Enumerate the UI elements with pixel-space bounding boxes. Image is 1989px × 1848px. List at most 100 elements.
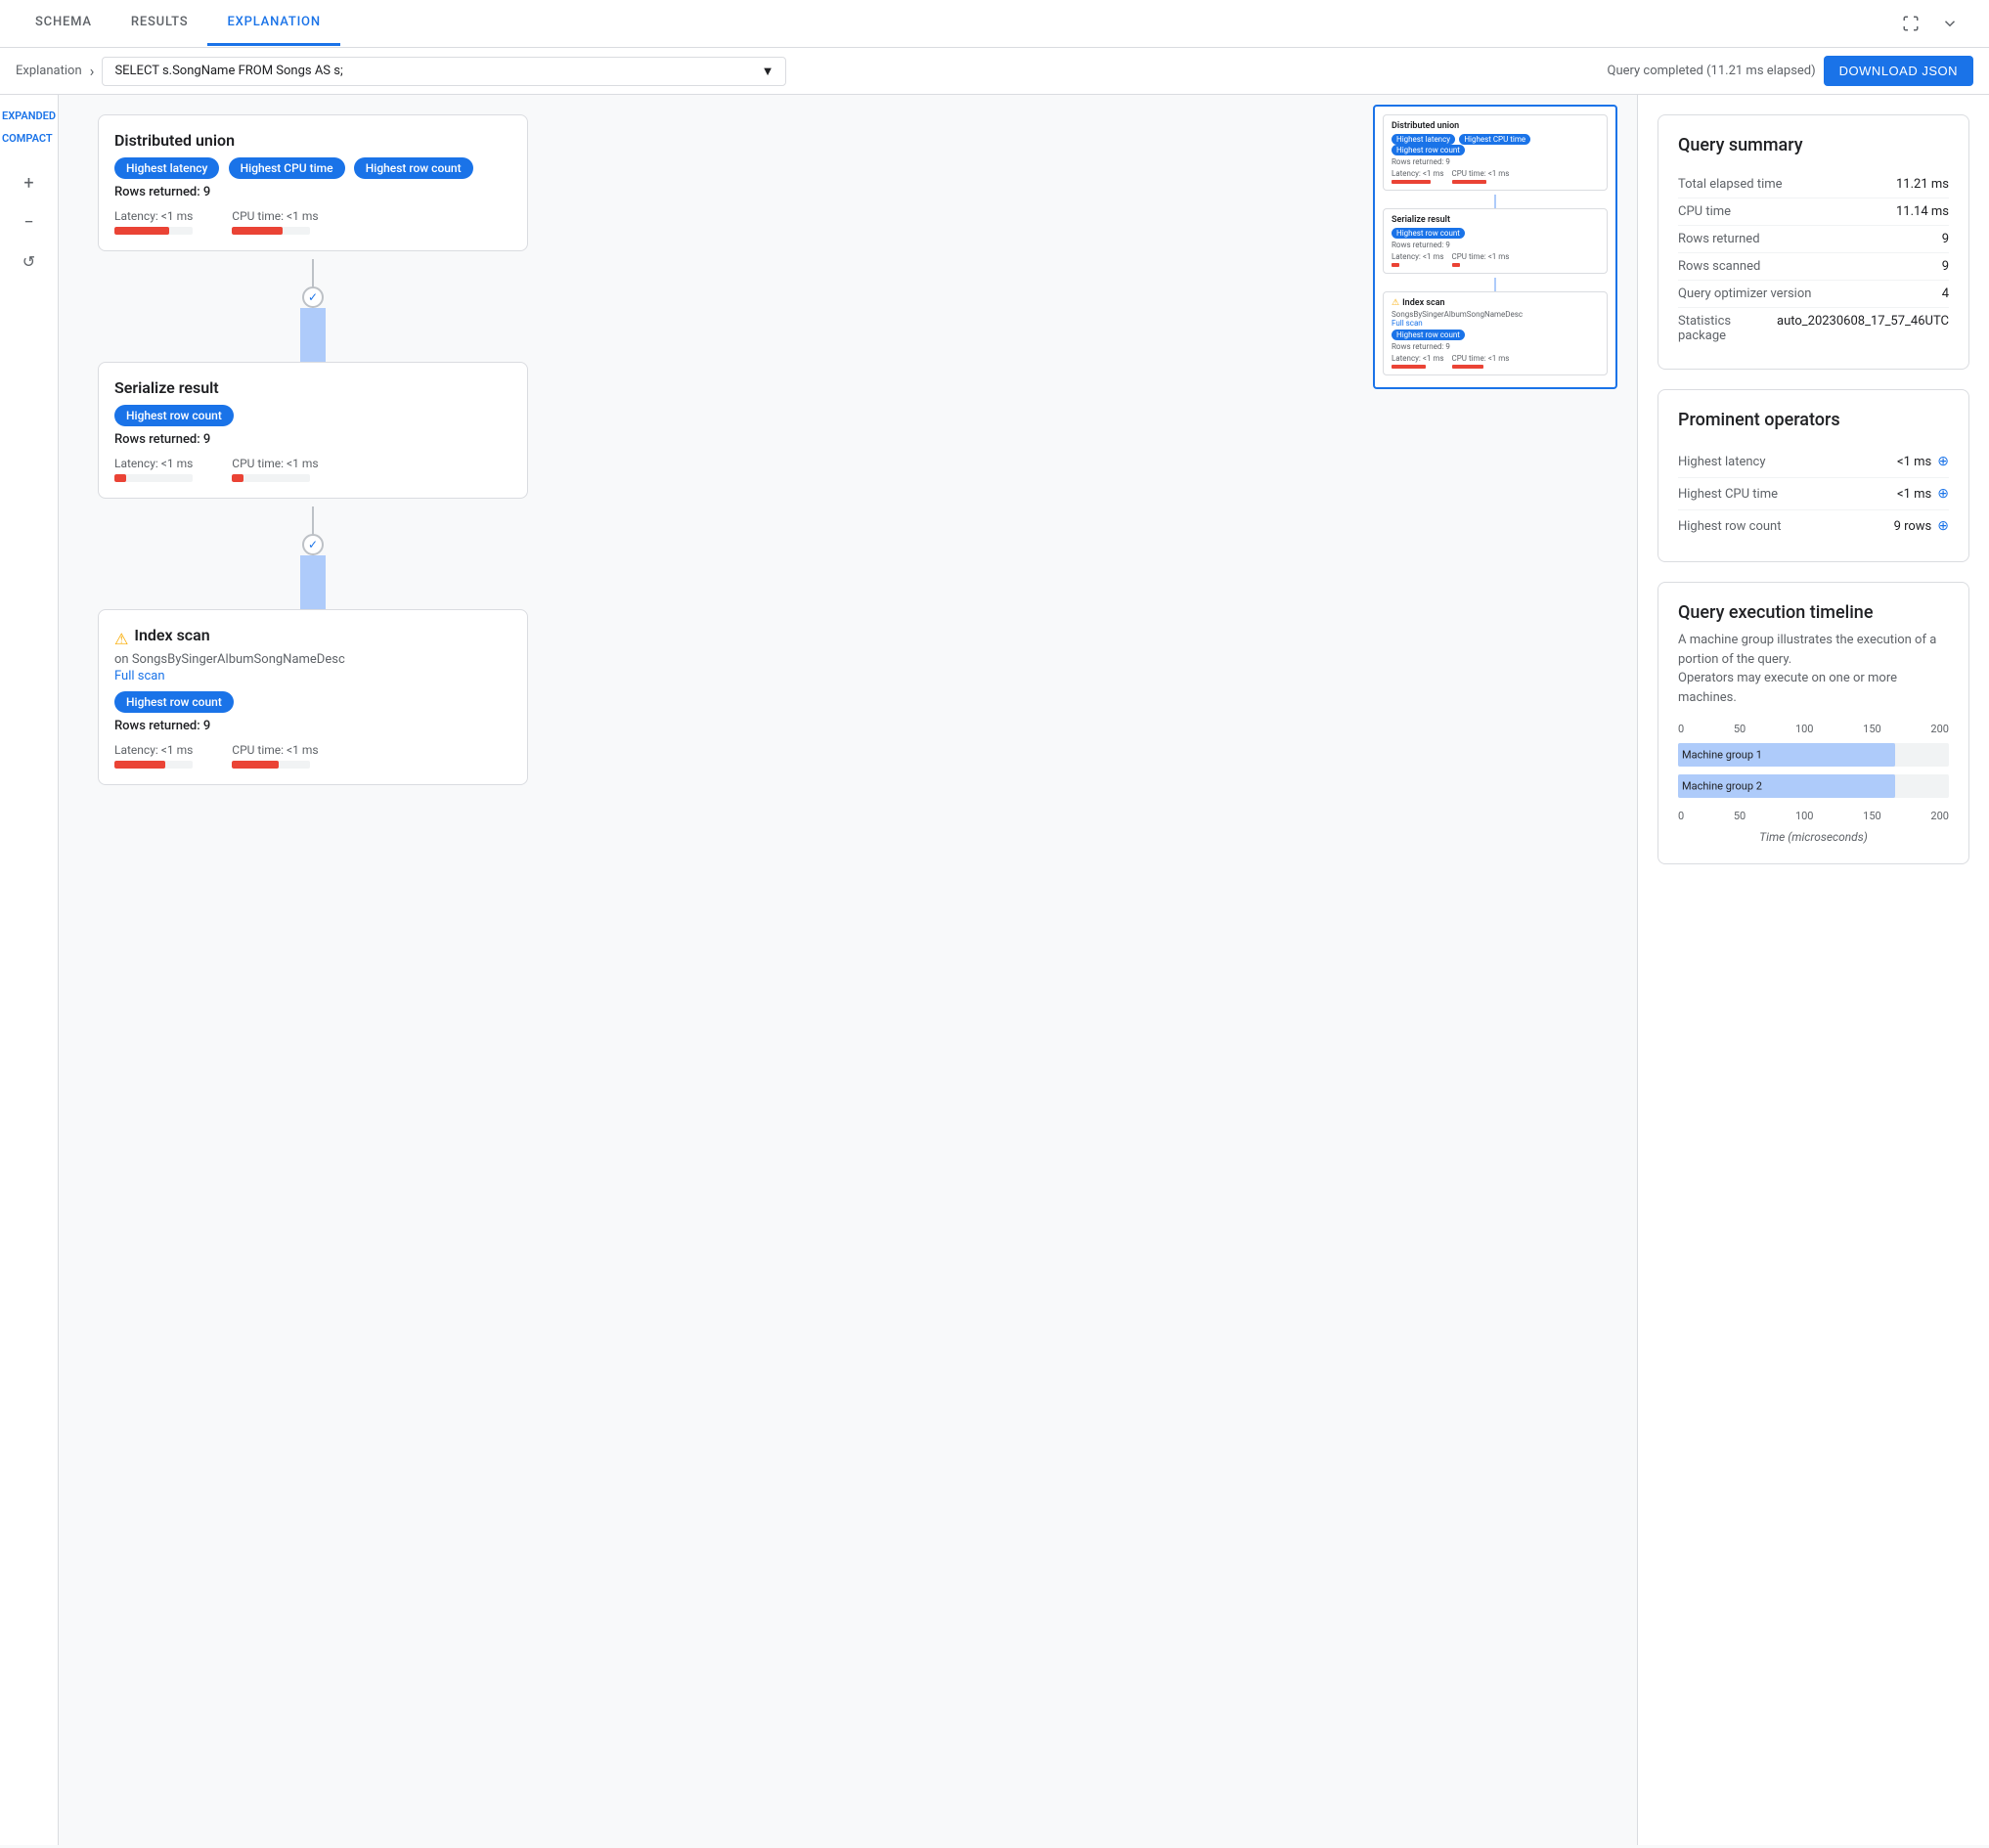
- chart-bar-row-1: Machine group 2: [1678, 774, 1949, 798]
- badge-highest-cpu-time[interactable]: Highest CPU time: [229, 157, 345, 179]
- minimap-title-3: Index scan: [1402, 298, 1445, 308]
- metric-cpu-1: CPU time: <1 ms: [232, 457, 318, 482]
- minimap-badge-latency: Highest latency: [1392, 134, 1455, 145]
- minimap-badge-cpu: Highest CPU time: [1459, 134, 1530, 145]
- minimap-title-2: Serialize result: [1392, 215, 1599, 225]
- minimap-rows-3: Rows returned: 9: [1392, 342, 1599, 351]
- metric-row-0: Latency: <1 ms CPU time: <1 ms: [114, 209, 511, 235]
- tab-schema[interactable]: SCHEMA: [16, 1, 111, 46]
- minimap-on-3: SongsBySingerAlbumSongNameDesc: [1392, 310, 1599, 319]
- connector-check-icon-2: ✓: [308, 538, 318, 551]
- timeline-section: Query execution timeline A machine group…: [1658, 582, 1969, 864]
- cpu-label-1: CPU time: <1 ms: [232, 457, 318, 470]
- summary-row-5: Statistics package auto_20230608_17_57_4…: [1678, 308, 1949, 349]
- minimap-scan-3: Full scan: [1392, 319, 1599, 328]
- chart-bar-text-0: Machine group 1: [1682, 749, 1762, 762]
- link-icon-1[interactable]: ⊕: [1937, 486, 1949, 502]
- minimap-connector-1: [1494, 195, 1496, 208]
- connector-2: ✓: [98, 506, 528, 555]
- minimap-bars-3: Latency: <1 ms CPU time: <1 ms: [1392, 354, 1599, 369]
- chart-bar-track-0: Machine group 1: [1678, 743, 1949, 767]
- chart-bars: Machine group 1: [1678, 743, 1949, 798]
- chevron-down-icon: ▼: [762, 64, 774, 79]
- thick-connector-2: [98, 555, 528, 609]
- chart-axis-top: 0 50 100 150 200: [1678, 723, 1949, 735]
- warning-icon: ⚠: [114, 630, 128, 648]
- expanded-view-button[interactable]: EXPANDED: [0, 107, 64, 125]
- expand-icon[interactable]: [1934, 8, 1966, 39]
- summary-row-3: Rows scanned 9: [1678, 253, 1949, 281]
- metric-latency-2: Latency: <1 ms: [114, 743, 193, 769]
- link-icon-2[interactable]: ⊕: [1937, 518, 1949, 534]
- minimap-bars-1: Latency: <1 ms CPU time: <1 ms: [1392, 169, 1599, 184]
- minimap-badge-row-1: Highest row count: [1392, 145, 1465, 155]
- compact-view-button[interactable]: COMPACT: [0, 129, 64, 148]
- metric-row-1: Latency: <1 ms CPU time: <1 ms: [114, 457, 511, 482]
- minimap-cpu-3: CPU time: <1 ms: [1452, 354, 1510, 369]
- minimap-bar-cpu-3: [1452, 365, 1483, 369]
- node-title: Distributed union: [114, 131, 511, 150]
- breadcrumb-bar: Explanation › SELECT s.SongName FROM Son…: [0, 48, 1989, 95]
- tab-explanation[interactable]: EXPLANATION: [207, 1, 339, 46]
- zoom-in-button[interactable]: +: [14, 167, 45, 198]
- connector-check-icon: ✓: [308, 290, 318, 304]
- minimap-badges-2: Highest row count: [1392, 228, 1599, 239]
- summary-label-1: CPU time: [1678, 204, 1731, 219]
- download-json-button[interactable]: DOWNLOAD JSON: [1824, 56, 1973, 86]
- minimap-node-1: Distributed union Highest latency Highes…: [1383, 114, 1608, 191]
- summary-row-4: Query optimizer version 4: [1678, 281, 1949, 308]
- chart-bar-row-0: Machine group 1: [1678, 743, 1949, 767]
- minimap-cpu-2: CPU time: <1 ms: [1452, 252, 1510, 267]
- query-selector[interactable]: SELECT s.SongName FROM Songs AS s; ▼: [102, 57, 786, 86]
- badge-highest-latency[interactable]: Highest latency: [114, 157, 219, 179]
- minimap-warning-icon: ⚠: [1392, 298, 1399, 308]
- scan-type: Full scan: [114, 669, 511, 683]
- minimap-latency-2: Latency: <1 ms: [1392, 252, 1444, 267]
- app-container: SCHEMA RESULTS EXPLANATION Explanation ›…: [0, 0, 1989, 1845]
- node-distributed-union: Distributed union Highest latency Highes…: [98, 114, 528, 251]
- prominent-label-0: Highest latency: [1678, 455, 1766, 469]
- index-scan-header: ⚠ Index scan: [114, 626, 511, 652]
- badge-row-count-1[interactable]: Highest row count: [114, 405, 234, 426]
- minimap: Distributed union Highest latency Highes…: [1373, 105, 1617, 389]
- latency-bar-fill-0: [114, 227, 169, 235]
- diagram-area: Distributed union Highest latency Highes…: [59, 95, 1637, 1845]
- prominent-title: Prominent operators: [1678, 410, 1949, 430]
- badge-row-count-2[interactable]: Highest row count: [114, 691, 234, 713]
- cpu-label-2: CPU time: <1 ms: [232, 743, 318, 757]
- node-badges-2: Highest row count: [114, 691, 511, 719]
- timeline-desc: A machine group illustrates the executio…: [1678, 631, 1949, 707]
- node-serialize-result: Serialize result Highest row count Rows …: [98, 362, 528, 499]
- summary-value-5: auto_20230608_17_57_46UTC: [1777, 314, 1949, 343]
- prominent-label-2: Highest row count: [1678, 519, 1781, 534]
- cpu-bar-1: [232, 474, 310, 482]
- summary-label-4: Query optimizer version: [1678, 286, 1811, 301]
- badge-highest-row-count[interactable]: Highest row count: [354, 157, 473, 179]
- link-icon-0[interactable]: ⊕: [1937, 454, 1949, 469]
- prominent-value-1: <1 ms ⊕: [1897, 486, 1949, 502]
- minimap-bars-2: Latency: <1 ms CPU time: <1 ms: [1392, 252, 1599, 267]
- reset-zoom-button[interactable]: ↺: [14, 245, 45, 277]
- summary-row-2: Rows returned 9: [1678, 226, 1949, 253]
- latency-label-0: Latency: <1 ms: [114, 209, 193, 223]
- query-summary-title: Query summary: [1678, 135, 1949, 155]
- minimap-bar-cpu-2: [1452, 263, 1460, 267]
- prominent-row-2: Highest row count 9 rows ⊕: [1678, 510, 1949, 542]
- right-panel: Query summary Total elapsed time 11.21 m…: [1637, 95, 1989, 1845]
- tab-results[interactable]: RESULTS: [111, 1, 208, 46]
- prominent-row-1: Highest CPU time <1 ms ⊕: [1678, 478, 1949, 510]
- minimap-bar-lat-3: [1392, 365, 1426, 369]
- tab-list: SCHEMA RESULTS EXPLANATION: [16, 1, 340, 46]
- zoom-out-button[interactable]: −: [14, 206, 45, 238]
- node-on-text: on SongsBySingerAlbumSongNameDesc: [114, 652, 511, 667]
- fullscreen-icon[interactable]: [1895, 8, 1926, 39]
- breadcrumb-label: Explanation: [16, 64, 82, 78]
- summary-value-0: 11.21 ms: [1896, 177, 1949, 192]
- latency-bar-0: [114, 227, 193, 235]
- breadcrumb-chevron: ›: [90, 62, 95, 80]
- thick-connector-1: [98, 308, 528, 362]
- diagram-nodes: Distributed union Highest latency Highes…: [78, 114, 508, 793]
- latency-bar-fill-1: [114, 474, 126, 482]
- summary-label-2: Rows returned: [1678, 232, 1760, 246]
- summary-value-2: 9: [1942, 232, 1949, 246]
